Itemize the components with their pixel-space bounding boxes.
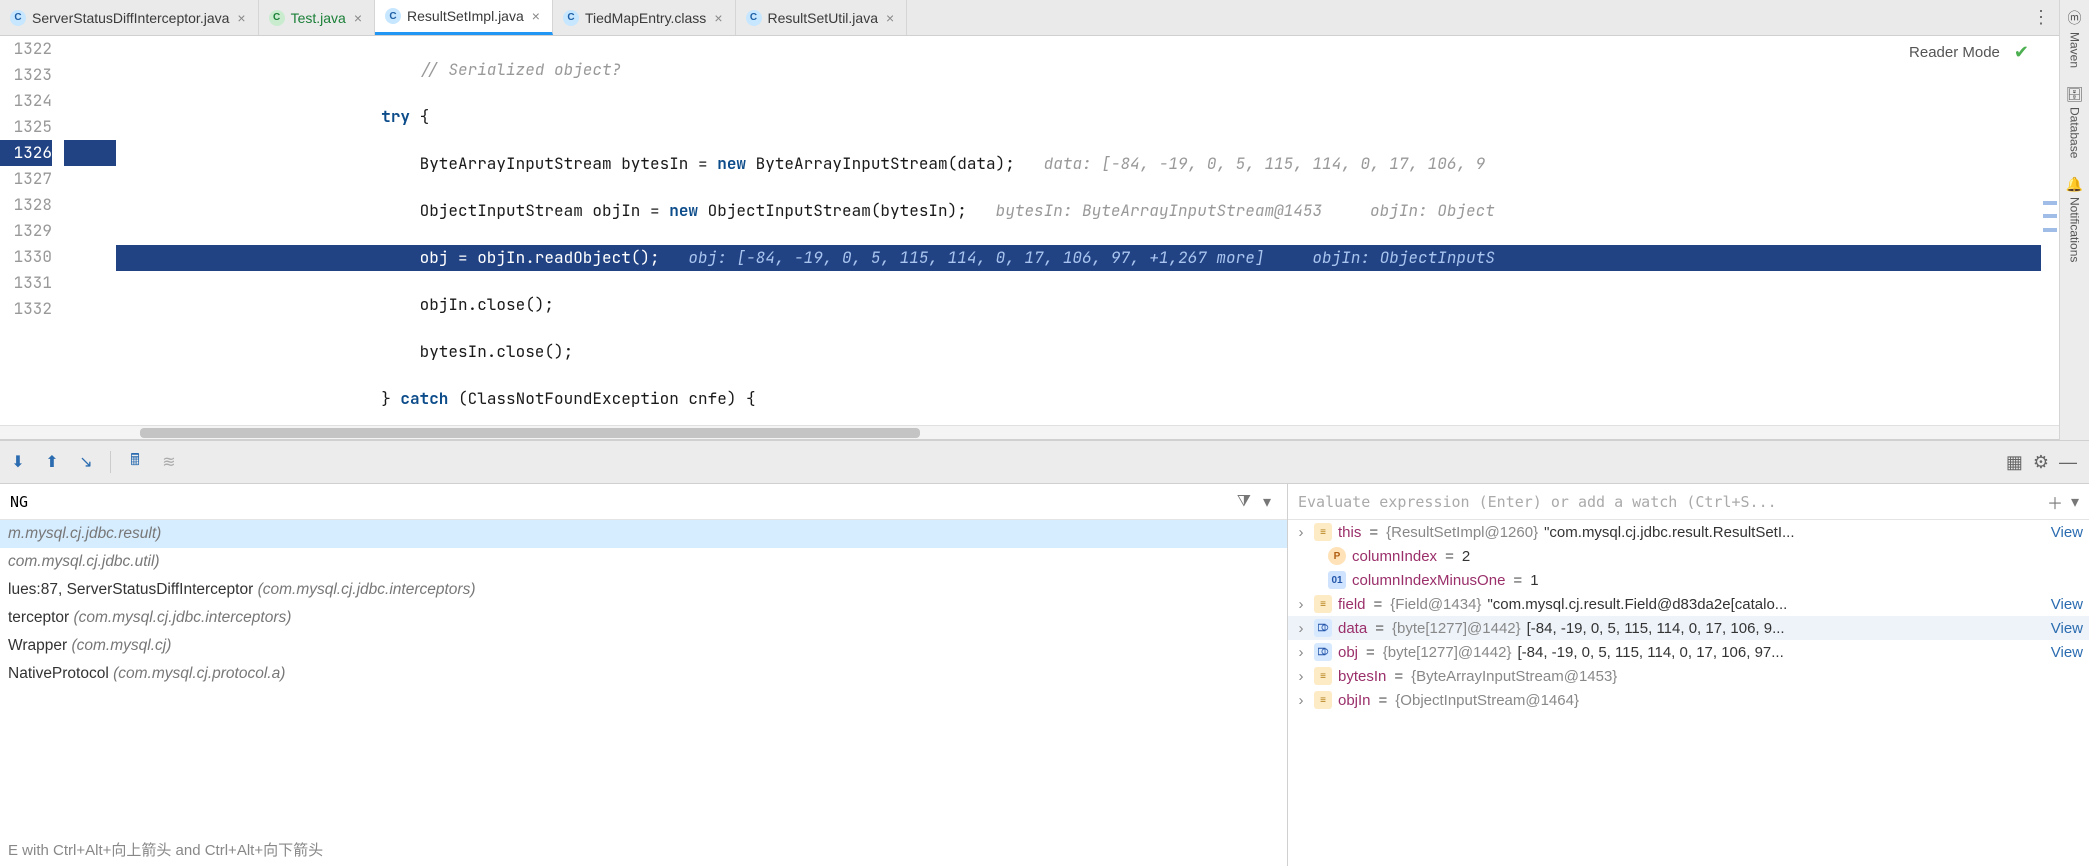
java-class-icon: C	[10, 10, 26, 26]
fold-gutter[interactable]	[64, 36, 116, 425]
frame-row[interactable]: NativeProtocol (com.mysql.cj.protocol.a)	[0, 660, 1287, 688]
evaluate-expression-input[interactable]: Evaluate expression (Enter) or add a wat…	[1298, 493, 2039, 511]
frame-row[interactable]: com.mysql.cj.jdbc.util)	[0, 548, 1287, 576]
expand-arrow-icon[interactable]: ›	[1294, 692, 1308, 709]
trace-icon[interactable]: ≋	[155, 448, 183, 476]
tab-overflow-button[interactable]: ⋮	[2023, 7, 2059, 28]
expand-arrow-icon[interactable]: ›	[1294, 524, 1308, 541]
variable-row[interactable]: › ⎄ data= {byte[1277]@1442} [-84, -19, 0…	[1288, 616, 2089, 640]
bell-icon: 🔔	[2066, 176, 2083, 193]
minimize-icon[interactable]: —	[2059, 452, 2077, 473]
close-icon[interactable]: ×	[235, 10, 247, 26]
execution-point-line: obj = objIn.readObject(); obj: [-84, -19…	[116, 245, 2059, 271]
chevron-down-icon[interactable]: ▾	[2071, 492, 2079, 512]
frames-list[interactable]: m.mysql.cj.jdbc.result) com.mysql.cj.jdb…	[0, 520, 1287, 833]
run-to-cursor-icon[interactable]: ↘	[72, 448, 100, 476]
java-class-icon: C	[385, 8, 401, 24]
view-link[interactable]: View	[2043, 524, 2083, 541]
editor-minimap[interactable]	[2041, 72, 2059, 411]
frames-nav-hint: E with Ctrl+Alt+向上箭头 and Ctrl+Alt+向下箭头	[0, 833, 1287, 866]
tab-label: ResultSetImpl.java	[407, 8, 524, 24]
variables-list[interactable]: › ≡ this= {ResultSetImpl@1260} "com.mysq…	[1288, 520, 2089, 866]
variable-row[interactable]: › ≡ this= {ResultSetImpl@1260} "com.mysq…	[1288, 520, 2089, 544]
editor-tab-bar: C ServerStatusDiffInterceptor.java × C T…	[0, 0, 2059, 36]
close-icon[interactable]: ×	[712, 10, 724, 26]
close-icon[interactable]: ×	[884, 10, 896, 26]
right-tool-strip: ⓜ Maven 🗄 Database 🔔 Notifications	[2059, 0, 2089, 440]
funnel-icon[interactable]: ⧩	[1231, 493, 1257, 511]
close-icon[interactable]: ×	[530, 8, 542, 24]
frame-row[interactable]: lues:87, ServerStatusDiffInterceptor (co…	[0, 576, 1287, 604]
tab-label: Test.java	[291, 10, 346, 26]
frame-row[interactable]: m.mysql.cj.jdbc.result)	[0, 520, 1287, 548]
view-link[interactable]: View	[2043, 620, 2083, 637]
java-class-icon: C	[563, 10, 579, 26]
database-icon: 🗄	[2066, 86, 2084, 103]
tab-label: TiedMapEntry.class	[585, 10, 706, 26]
code-body[interactable]: // Serialized object? try { ByteArrayInp…	[116, 36, 2059, 425]
object-icon: ≡	[1314, 523, 1332, 541]
evaluate-icon[interactable]: 🖩	[121, 448, 149, 476]
inspection-ok-icon[interactable]: ✔	[2014, 42, 2029, 63]
tab-label: ServerStatusDiffInterceptor.java	[32, 10, 229, 26]
variables-panel: Evaluate expression (Enter) or add a wat…	[1288, 484, 2089, 866]
maven-tool-button[interactable]: ⓜ Maven	[2068, 8, 2082, 68]
layout-icon[interactable]: ▦	[2006, 452, 2023, 473]
array-icon: ⎄	[1314, 643, 1332, 661]
view-link[interactable]: View	[2043, 596, 2083, 613]
step-out-up-icon[interactable]: ⬆	[38, 448, 66, 476]
variable-row[interactable]: P columnIndex= 2	[1288, 544, 2089, 568]
object-icon: ≡	[1314, 691, 1332, 709]
java-class-icon: C	[746, 10, 762, 26]
variable-row[interactable]: › ⎄ obj= {byte[1277]@1442} [-84, -19, 0,…	[1288, 640, 2089, 664]
scrollbar-thumb[interactable]	[140, 428, 920, 438]
object-icon: ≡	[1314, 667, 1332, 685]
tab-resultsetutil[interactable]: C ResultSetUtil.java ×	[736, 0, 908, 35]
step-over-down-icon[interactable]: ⬇	[4, 448, 32, 476]
expand-arrow-icon[interactable]: ›	[1294, 620, 1308, 637]
tab-serverstatus[interactable]: C ServerStatusDiffInterceptor.java ×	[0, 0, 259, 35]
variable-row[interactable]: › ≡ objIn= {ObjectInputStream@1464}	[1288, 688, 2089, 712]
tab-resultsetimpl[interactable]: C ResultSetImpl.java ×	[375, 0, 553, 35]
frames-panel: ⧩ ▾ m.mysql.cj.jdbc.result) com.mysql.cj…	[0, 484, 1288, 866]
close-icon[interactable]: ×	[352, 10, 364, 26]
frame-row[interactable]: Wrapper (com.mysql.cj)	[0, 632, 1287, 660]
debug-toolbar: ⬇ ⬆ ↘ 🖩 ≋ ▦ ⚙ —	[0, 440, 2089, 484]
code-editor[interactable]: 1322 1323 1324 1325 1326 1327 1328 1329 …	[0, 36, 2059, 425]
number-icon: 01	[1328, 571, 1346, 589]
gear-icon[interactable]: ⚙	[2033, 452, 2049, 473]
editor-h-scrollbar[interactable]	[0, 425, 2059, 439]
view-link[interactable]: View	[2043, 644, 2083, 661]
reader-mode-label[interactable]: Reader Mode	[1909, 44, 2000, 61]
expand-arrow-icon[interactable]: ›	[1294, 668, 1308, 685]
object-icon: ≡	[1314, 595, 1332, 613]
line-gutter: 1322 1323 1324 1325 1326 1327 1328 1329 …	[0, 36, 64, 425]
primitive-icon: P	[1328, 547, 1346, 565]
chevron-down-icon[interactable]: ▾	[1257, 492, 1277, 512]
tab-label: ResultSetUtil.java	[768, 10, 879, 26]
tab-tiedmapentry[interactable]: C TiedMapEntry.class ×	[553, 0, 736, 35]
add-watch-icon[interactable]: ＋	[2047, 490, 2063, 514]
java-class-icon: C	[269, 10, 285, 26]
frame-row[interactable]: terceptor (com.mysql.cj.jdbc.interceptor…	[0, 604, 1287, 632]
notifications-tool-button[interactable]: 🔔 Notifications	[2066, 176, 2083, 262]
expand-arrow-icon[interactable]: ›	[1294, 596, 1308, 613]
database-tool-button[interactable]: 🗄 Database	[2066, 86, 2084, 158]
expand-arrow-icon[interactable]: ›	[1294, 644, 1308, 661]
array-icon: ⎄	[1314, 619, 1332, 637]
variable-row[interactable]: 01 columnIndexMinusOne= 1	[1288, 568, 2089, 592]
frames-filter-input[interactable]	[10, 493, 1231, 511]
maven-icon: ⓜ	[2068, 8, 2082, 28]
tab-test[interactable]: C Test.java ×	[259, 0, 375, 35]
variable-row[interactable]: › ≡ field= {Field@1434} "com.mysql.cj.re…	[1288, 592, 2089, 616]
variable-row[interactable]: › ≡ bytesIn= {ByteArrayInputStream@1453}	[1288, 664, 2089, 688]
